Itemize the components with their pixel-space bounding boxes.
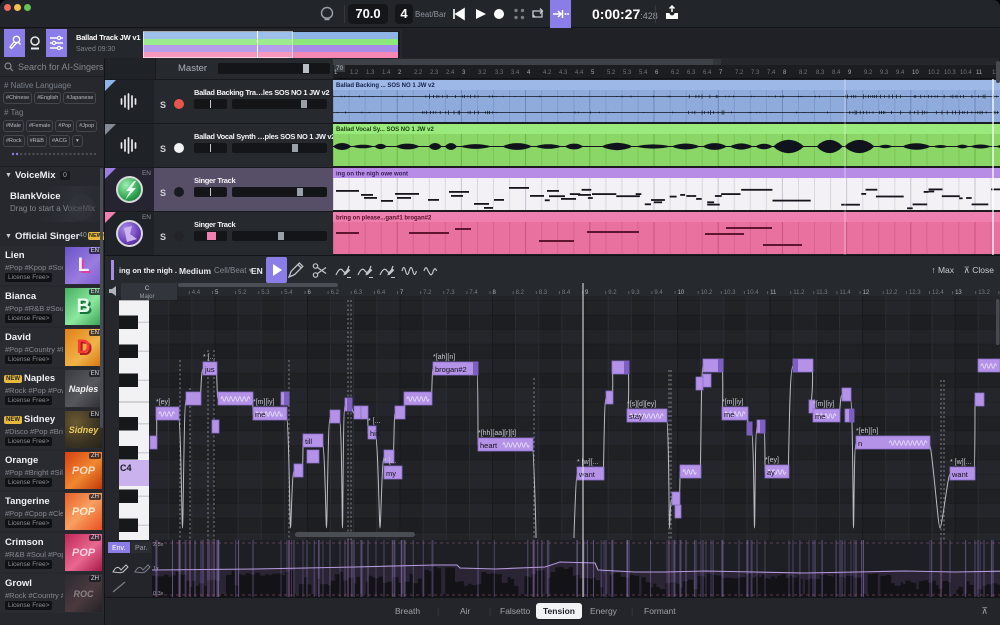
svg-text:C4: C4 [120,463,132,473]
svg-text:12: 12 [863,290,870,296]
svg-text:8.3: 8.3 [539,290,548,296]
svg-text:*[ey]: *[ey] [156,399,170,406]
svg-text:till: till [305,437,312,446]
svg-text:jus: jus [204,365,215,374]
svg-text:*[ah][n]: *[ah][n] [433,354,455,361]
svg-text:me: me [255,410,265,419]
svg-text:11: 11 [770,290,777,296]
svg-text:11.2: 11.2 [793,290,805,296]
svg-text:10: 10 [678,290,685,296]
svg-text:8.2: 8.2 [516,290,525,296]
svg-text:9.2: 9.2 [608,290,617,296]
svg-text:* [w][...: * [w][... [577,459,598,466]
svg-text:13.2: 13.2 [978,290,990,296]
svg-text:5.3: 5.3 [261,290,270,296]
svg-text:10.4: 10.4 [747,290,759,296]
svg-text:stay: stay [629,412,643,421]
svg-text:*[ey]: *[ey] [765,457,779,464]
svg-text:ay: ay [767,468,775,477]
svg-text:2.5x: 2.5x [153,542,164,548]
svg-text:5.4: 5.4 [284,290,293,296]
svg-text:*[eh][n]: *[eh][n] [856,428,878,435]
svg-text:10.2: 10.2 [701,290,713,296]
svg-text:*[m][iy]: *[m][iy] [253,399,274,406]
svg-text:me: me [724,410,734,419]
svg-text:9.3: 9.3 [631,290,640,296]
svg-text:want: want [951,470,969,479]
svg-text:* [w][...: * [w][... [950,459,971,466]
svg-text:6.2: 6.2 [331,290,340,296]
svg-text:*[s][d][ey]: *[s][d][ey] [627,401,656,408]
svg-text:6.3: 6.3 [354,290,363,296]
svg-text:6.4: 6.4 [377,290,386,296]
svg-text:12.2: 12.2 [886,290,898,296]
svg-text:bring on please...gan#1 brogan: bring on please...gan#1 brogan#2 [336,216,432,222]
svg-text:7.2: 7.2 [423,290,432,296]
svg-text:brogan#2: brogan#2 [435,365,467,374]
svg-text:heart: heart [480,441,498,450]
svg-text:Env.: Env. [112,545,126,552]
svg-text:5.2: 5.2 [238,290,247,296]
svg-text:10.3: 10.3 [724,290,736,296]
svg-text:Par.: Par. [135,545,148,552]
svg-text:ing on the nigh owe wont: ing on the nigh owe wont [336,172,408,178]
svg-text:4.4: 4.4 [192,290,201,296]
svg-text:7.3: 7.3 [446,290,455,296]
svg-text:* [...: * [... [203,354,216,361]
svg-text:*[m][iy]: *[m][iy] [813,401,834,408]
svg-text:1x: 1x [153,566,159,572]
svg-text:Ballad Vocal Sy... SOS NO 1 JW: Ballad Vocal Sy... SOS NO 1 JW v2 [336,127,434,133]
svg-text:11.4: 11.4 [840,290,852,296]
svg-text:C: C [145,286,150,292]
svg-text:Ballad Backing ... SOS NO 1 JW: Ballad Backing ... SOS NO 1 JW v2 [336,83,435,89]
svg-text:12.3: 12.3 [909,290,921,296]
svg-text:8.4: 8.4 [562,290,571,296]
svg-text:n: n [858,439,862,448]
svg-text:my: my [386,469,396,478]
svg-text:*[hh][aa][r][t]: *[hh][aa][r][t] [478,430,516,437]
svg-text:12.4: 12.4 [932,290,944,296]
svg-text:9.4: 9.4 [654,290,663,296]
svg-text:want: want [578,470,596,479]
svg-text:* [...: * [... [384,458,397,465]
svg-text:Major: Major [139,294,154,300]
svg-text:*[m][iy]: *[m][iy] [722,399,743,406]
svg-text:11.3: 11.3 [816,290,828,296]
svg-text:me: me [815,412,825,421]
svg-text:his: his [370,429,380,438]
svg-text:* [...: * [... [368,418,381,425]
svg-text:7.4: 7.4 [469,290,478,296]
svg-text:13: 13 [955,290,962,296]
